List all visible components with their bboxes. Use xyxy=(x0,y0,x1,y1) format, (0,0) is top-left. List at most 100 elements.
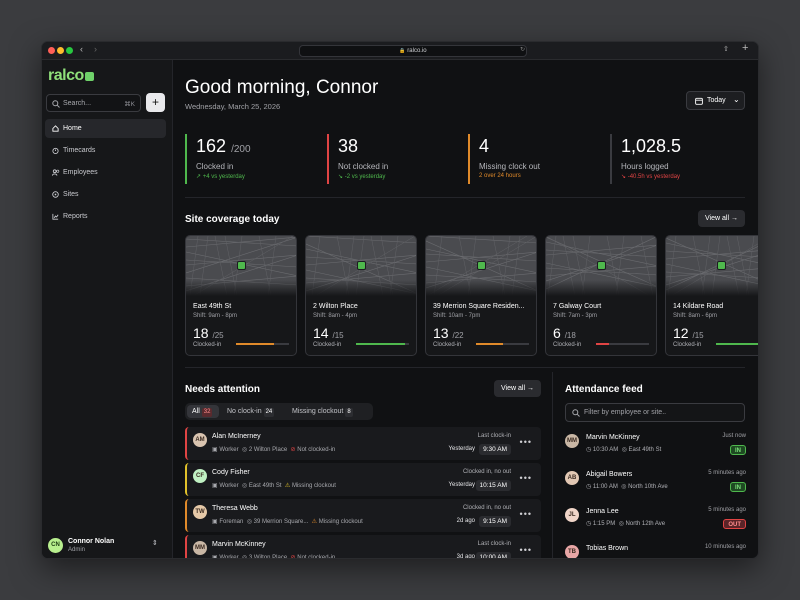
clock-icon: ◷ xyxy=(586,484,592,490)
divider xyxy=(185,367,745,368)
row-day: Yesterday xyxy=(448,482,475,488)
site-pin-icon xyxy=(597,261,606,270)
employee-name: Tobias Brown xyxy=(586,545,629,552)
site-progress-track xyxy=(356,343,409,345)
table-row[interactable]: AM Alan McInerney ▣ Worker ◎ 2 Wilton Pl… xyxy=(185,427,541,460)
stat-delta: 2 over 24 hours xyxy=(479,173,521,179)
list-item[interactable]: JL Jenna Lee 5 minutes ago ◷ 1:15 PM ◎ No… xyxy=(565,504,746,540)
employee-name: Alan McInerney xyxy=(212,433,261,440)
sidebar-item-reports[interactable]: Reports xyxy=(45,207,166,226)
feed-time-ago: Just now xyxy=(722,433,746,439)
avatar: TB xyxy=(565,545,579,558)
date-picker-label: Today xyxy=(707,97,726,104)
page-title: Good morning, Connor xyxy=(185,77,379,98)
row-time: 9:30 AM xyxy=(479,444,511,455)
stat-accent xyxy=(327,134,329,184)
site-progress-track xyxy=(716,343,758,345)
list-item[interactable]: TB Tobias Brown 10 minutes ago xyxy=(565,541,746,558)
minimize-window-button[interactable] xyxy=(57,47,64,54)
more-icon[interactable]: ••• xyxy=(520,545,532,555)
pin-icon: ◎ xyxy=(241,447,248,453)
row-status: Clocked in, no out xyxy=(462,505,511,511)
share-icon[interactable]: ⇧ xyxy=(723,45,729,53)
chevron-updown-icon[interactable]: ⇕ xyxy=(152,539,158,547)
stat-delta: ↘ -40.5h vs yesterday xyxy=(621,174,681,180)
site-card[interactable]: 14 Kildare Road Shift: 8am - 6pm 12 /15 … xyxy=(665,235,758,356)
attention-title: Needs attention xyxy=(185,384,261,395)
site-progress-fill xyxy=(236,343,274,345)
table-row[interactable]: TW Theresa Webb ▣ Foreman ◎ 39 Merrion S… xyxy=(185,499,541,532)
employee-name: Cody Fisher xyxy=(212,469,250,476)
attention-view-all-button[interactable]: View all → xyxy=(494,380,541,397)
briefcase-icon: ▣ xyxy=(212,519,218,525)
stat-value: 1,028.5 xyxy=(621,136,682,156)
sidebar-item-home[interactable]: Home xyxy=(45,119,166,138)
feed-search-input[interactable]: Filter by employee or site.. xyxy=(565,403,745,422)
site-pin-icon xyxy=(717,261,726,270)
stat-value: 38 xyxy=(338,136,359,156)
stat-accent xyxy=(610,134,612,184)
pin-icon xyxy=(52,191,59,198)
stat-accent xyxy=(185,134,187,184)
tab-count: 32 xyxy=(201,408,213,417)
site-card[interactable]: 2 Wilton Place Shift: 8am - 4pm 14 /15 C… xyxy=(305,235,417,356)
stat-missing-clock-out: 4 Missing clock out 2 over 24 hours xyxy=(468,134,598,184)
site-shift: Shift: 8am - 4pm xyxy=(313,313,358,319)
more-icon[interactable]: ••• xyxy=(520,437,532,447)
tab-missing-clockout[interactable]: Missing clockout 8 xyxy=(292,405,353,418)
employee-meta: ▣ Worker ◎ 2 Wilton Place ⊘ Not clocked-… xyxy=(212,447,336,453)
site-card[interactable]: 39 Merrion Square Residen... Shift: 10am… xyxy=(425,235,537,356)
site-card[interactable]: East 49th St Shift: 9am - 8pm 18 /25 Clo… xyxy=(185,235,297,356)
avatar: JL xyxy=(565,508,579,522)
search-placeholder: Search... xyxy=(63,100,92,107)
feed-meta: ◷ 11:00 AM ◎ North 10th Ave xyxy=(586,484,668,490)
feed-meta: ◷ 1:15 PM ◎ North 12th Ave xyxy=(586,521,666,527)
site-name: 39 Merrion Square Residen... xyxy=(433,303,525,310)
tab-no-clock-in[interactable]: No clock-in 24 xyxy=(227,405,275,418)
coverage-title: Site coverage today xyxy=(185,214,280,225)
avatar: AM xyxy=(193,433,207,447)
site-progress-track xyxy=(476,343,529,345)
chart-icon xyxy=(52,213,59,220)
list-item[interactable]: MM Marvin McKinney Just now ◷ 10:30 AM ◎ … xyxy=(565,430,746,466)
site-shift: Shift: 7am - 3pm xyxy=(553,313,598,319)
stat-clocked-in: 162 /200 Clocked in ↗ +4 vs yesterday xyxy=(185,134,315,184)
stat-label: Hours logged xyxy=(621,162,669,171)
more-icon[interactable]: ••• xyxy=(520,509,532,519)
reload-icon[interactable]: ↻ xyxy=(520,46,525,53)
table-row[interactable]: CF Cody Fisher ▣ Worker ◎ East 49th St ⚠… xyxy=(185,463,541,496)
tab-all[interactable]: All 32 xyxy=(187,405,219,418)
logo[interactable]: ralco xyxy=(48,67,94,85)
url-text: ralco.io xyxy=(407,48,427,54)
site-count: 18 /25 xyxy=(193,325,224,341)
sidebar-item-sites[interactable]: Sites xyxy=(45,185,166,204)
table-row[interactable]: MM Marvin McKinney ▣ Worker ◎ 3 Wilton P… xyxy=(185,535,541,559)
calendar-icon xyxy=(695,97,703,105)
site-progress-fill xyxy=(476,343,503,345)
sidebar-item-employees[interactable]: Employees xyxy=(45,163,166,182)
maximize-window-button[interactable] xyxy=(66,47,73,54)
search-input[interactable]: Search... ⌘K xyxy=(46,94,141,112)
stat-delta: ↗ +4 vs yesterday xyxy=(196,174,245,180)
site-count-label: Clocked-in xyxy=(433,342,462,348)
site-pin-icon xyxy=(237,261,246,270)
date-picker-button[interactable]: Today ⌄ xyxy=(686,91,745,110)
more-icon[interactable]: ••• xyxy=(520,473,532,483)
new-tab-icon[interactable]: + xyxy=(742,42,748,54)
address-bar[interactable]: 🔒 ralco.io xyxy=(299,45,527,57)
coverage-view-all-button[interactable]: View all → xyxy=(698,210,745,227)
tab-label: No clock-in xyxy=(227,408,262,415)
stat-label: Missing clock out xyxy=(479,162,540,171)
search-icon xyxy=(52,100,60,108)
back-icon[interactable]: ‹ xyxy=(80,44,83,54)
forward-icon[interactable]: › xyxy=(94,44,97,54)
site-name: East 49th St xyxy=(193,303,232,310)
sidebar-item-timecards[interactable]: Timecards xyxy=(45,141,166,160)
close-window-button[interactable] xyxy=(48,47,55,54)
add-button[interactable]: + xyxy=(146,93,165,112)
main-content: Good morning, Connor Wednesday, March 25… xyxy=(174,60,758,559)
row-day: 3d ago xyxy=(456,554,475,559)
site-progress-track xyxy=(596,343,649,345)
list-item[interactable]: AB Abigail Bowers 5 minutes ago ◷ 11:00 A… xyxy=(565,467,746,503)
site-card[interactable]: 7 Galway Court Shift: 7am - 3pm 6 /18 Cl… xyxy=(545,235,657,356)
